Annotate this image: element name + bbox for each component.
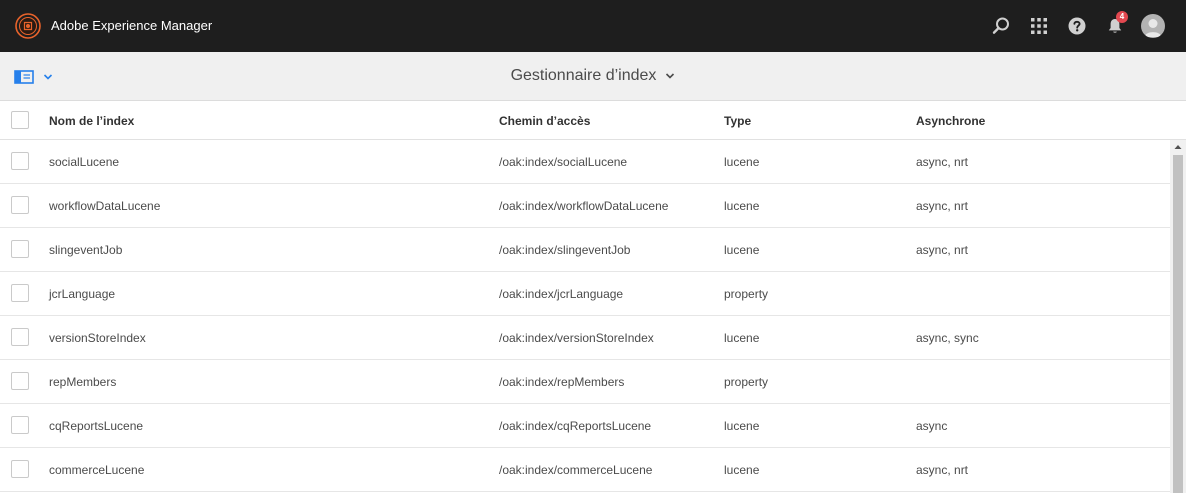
index-path: /oak:index/slingeventJob [499,243,631,257]
row-checkbox[interactable] [11,196,29,214]
index-table: Nom de l’index Chemin d’accès Type Async… [0,101,1186,493]
index-path: /oak:index/repMembers [499,375,625,389]
adobe-experience-manager-logo-icon[interactable] [15,13,41,39]
vertical-scrollbar[interactable] [1170,140,1186,493]
help-icon [1068,17,1086,35]
notification-count-badge: 4 [1116,11,1128,23]
index-name: slingeventJob [49,243,123,257]
row-checkbox[interactable] [11,240,29,258]
index-name: jcrLanguage [49,287,116,301]
app-title[interactable]: Adobe Experience Manager [51,18,212,34]
table-header: Nom de l’index Chemin d’accès Type Async… [0,101,1186,140]
select-all-checkbox[interactable] [11,111,29,129]
index-name: versionStoreIndex [49,331,146,345]
solutions-grid-icon [1031,18,1047,34]
scrollbar-thumb[interactable] [1173,155,1183,493]
table-row[interactable]: cqReportsLucene /oak:index/cqReportsLuce… [0,404,1170,448]
index-async: async, sync [916,331,979,345]
index-path: /oak:index/cqReportsLucene [499,419,652,433]
index-type: lucene [724,463,760,477]
row-checkbox[interactable] [11,284,29,302]
index-type: property [724,375,769,389]
page-title: Gestionnaire d’index [510,67,657,84]
row-checkbox[interactable] [11,328,29,346]
index-path: /oak:index/workflowDataLucene [499,199,669,213]
index-async: async, nrt [916,463,969,477]
index-path: /oak:index/versionStoreIndex [499,331,654,345]
table-row[interactable]: versionStoreIndex /oak:index/versionStor… [0,316,1170,360]
index-name: workflowDataLucene [49,199,161,213]
row-checkbox[interactable] [11,372,29,390]
index-name: socialLucene [49,155,120,169]
help-button[interactable] [1058,0,1096,52]
table-row[interactable]: socialLucene /oak:index/socialLucene luc… [0,140,1170,184]
index-path: /oak:index/socialLucene [499,155,628,169]
index-path: /oak:index/jcrLanguage [499,287,624,301]
search-button[interactable] [982,0,1020,52]
column-header-path[interactable]: Chemin d’accès [499,114,590,128]
table-row[interactable]: workflowDataLucene /oak:index/workflowDa… [0,184,1170,228]
page-title-button[interactable]: Gestionnaire d’index [511,66,676,86]
column-header-name[interactable]: Nom de l’index [49,114,134,128]
index-type: lucene [724,155,760,169]
scroll-up-arrow-icon [1174,145,1182,149]
row-checkbox[interactable] [11,416,29,434]
column-header-async[interactable]: Asynchrone [916,114,985,128]
notifications-button[interactable]: 4 [1096,0,1134,52]
table-row[interactable]: repMembers /oak:index/repMembers propert… [0,360,1170,404]
index-async: async, nrt [916,243,969,257]
index-name: cqReportsLucene [49,419,144,433]
table-row[interactable]: commerceLucene /oak:index/commerceLucene… [0,448,1170,492]
table-body: socialLucene /oak:index/socialLucene luc… [0,140,1170,492]
index-type: lucene [724,243,760,257]
shell-actions: 4 [982,0,1172,52]
index-name: commerceLucene [49,463,145,477]
index-type: lucene [724,331,760,345]
index-async: async, nrt [916,199,969,213]
table-row[interactable]: slingeventJob /oak:index/slingeventJob l… [0,228,1170,272]
index-async: async, nrt [916,155,969,169]
row-checkbox[interactable] [11,460,29,478]
user-account-button[interactable] [1134,0,1172,52]
chevron-down-icon [666,73,675,79]
index-type: lucene [724,199,760,213]
index-async: async [916,419,948,433]
shell-header: Adobe Experience Manager 4 [0,0,1186,52]
index-type: lucene [724,419,760,433]
scroll-up-button[interactable] [1170,140,1186,154]
table-row[interactable]: jcrLanguage /oak:index/jcrLanguage prope… [0,272,1170,316]
user-avatar-icon [1141,14,1165,38]
solutions-button[interactable] [1020,0,1058,52]
page-title-dropdown: Gestionnaire d’index [0,66,1186,86]
column-header-type[interactable]: Type [724,114,751,128]
index-path: /oak:index/commerceLucene [499,463,653,477]
search-icon [992,17,1009,34]
index-name: repMembers [49,375,117,389]
row-checkbox[interactable] [11,152,29,170]
action-bar: Gestionnaire d’index [0,52,1186,101]
index-type: property [724,287,769,301]
